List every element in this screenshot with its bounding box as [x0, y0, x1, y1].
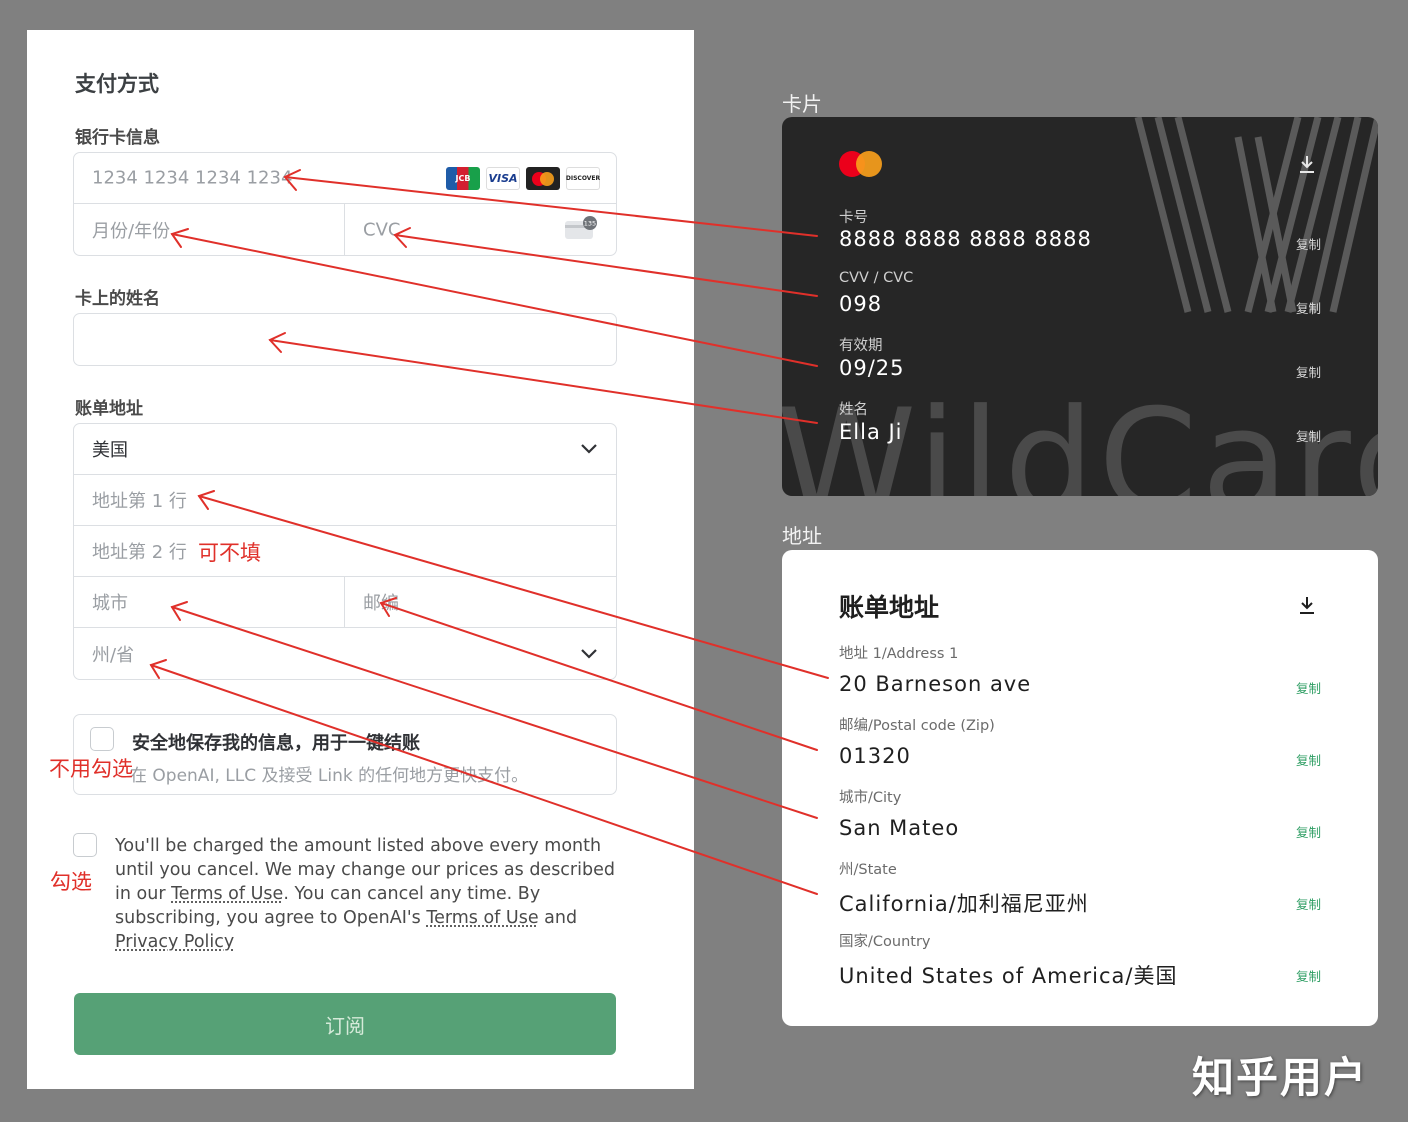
cvc-placeholder: CVC: [363, 219, 401, 240]
country-value: 美国: [92, 440, 128, 461]
expiry-field[interactable]: 月份/年份: [74, 204, 345, 255]
address1-label: 地址 1/Address 1: [839, 646, 959, 662]
card-brand-icons: JCB VISA DISCOVER: [446, 167, 600, 190]
terms-checkbox[interactable]: [73, 833, 97, 857]
address1-value: 20 Barneson ave: [839, 672, 1032, 696]
city-field[interactable]: 城市: [74, 577, 345, 627]
cvv-value: 098: [839, 292, 883, 316]
copy-city-button[interactable]: 复制: [1296, 822, 1321, 841]
name-on-card-label: 卡上的姓名: [75, 289, 160, 309]
card-info-label: 银行卡信息: [75, 128, 160, 148]
zip-label: 邮编/Postal code (Zip): [839, 718, 995, 734]
terms-of-use-link[interactable]: Terms of Use: [171, 884, 283, 904]
mastercard-logo-icon: [839, 151, 882, 177]
virtual-card: WildCard 卡号 8888 8888 8888 8888 复制 CVV /…: [782, 117, 1378, 496]
copy-country-button[interactable]: 复制: [1296, 966, 1321, 985]
expiry-placeholder: 月份/年份: [92, 220, 171, 242]
copy-zip-button[interactable]: 复制: [1296, 750, 1321, 769]
address-line1-placeholder: 地址第 1 行: [92, 491, 187, 512]
card-stripe-pattern: [1134, 117, 1378, 313]
expiry-value: 09/25: [839, 356, 905, 380]
chevron-down-icon: [581, 648, 597, 659]
city-label: 城市/City: [839, 790, 902, 806]
copy-address1-button[interactable]: 复制: [1296, 678, 1321, 697]
zhihu-watermark: 知乎用户: [1192, 1053, 1369, 1102]
card-fields: 1234 1234 1234 1234 JCB VISA DISCOVER 月份…: [73, 152, 617, 256]
address-line2-placeholder: 地址第 2 行: [92, 542, 187, 563]
copy-cvv-button[interactable]: 复制: [1296, 298, 1321, 317]
state-value: California/加利福尼亚州: [839, 892, 1089, 916]
copy-expiry-button[interactable]: 复制: [1296, 362, 1321, 381]
city-placeholder: 城市: [92, 593, 128, 614]
name-on-card-field[interactable]: [73, 313, 617, 366]
expiry-cvc-row: 月份/年份 CVC 135: [74, 204, 616, 255]
billing-fields: 美国 地址第 1 行 地址第 2 行 城市 邮编 州/省: [73, 423, 617, 680]
billing-address-label: 账单地址: [75, 399, 143, 419]
subscribe-button[interactable]: 订阅: [74, 993, 616, 1055]
address-line2-field[interactable]: 地址第 2 行: [74, 526, 616, 577]
cvv-label: CVV / CVC: [839, 270, 914, 286]
terms-part3: and: [538, 908, 578, 928]
city-zip-row: 城市 邮编: [74, 577, 616, 628]
address-panel-title: 账单地址: [839, 593, 940, 622]
form-title: 支付方式: [75, 72, 159, 96]
terms-text: You'll be charged the amount listed abov…: [115, 834, 635, 954]
note-check: 勾选: [50, 870, 92, 894]
mastercard-icon: [526, 167, 560, 190]
save-info-subtitle: 在 OpenAI, LLC 及接受 Link 的任何地方更快支付。: [130, 766, 529, 786]
card-download-icon[interactable]: [1297, 154, 1317, 174]
save-info-box: 安全地保存我的信息，用于一键结账 在 OpenAI, LLC 及接受 Link …: [73, 714, 617, 795]
copy-state-button[interactable]: 复制: [1296, 894, 1321, 913]
zip-placeholder: 邮编: [363, 593, 399, 614]
address-panel-label: 地址: [782, 524, 822, 548]
card-number-value: 8888 8888 8888 8888: [839, 227, 1092, 251]
country-label: 国家/Country: [839, 934, 931, 950]
terms-of-use-link-2[interactable]: Terms of Use: [426, 908, 538, 928]
chevron-down-icon: [581, 444, 597, 454]
jcb-icon: JCB: [446, 167, 480, 190]
card-number-field[interactable]: 1234 1234 1234 1234 JCB VISA DISCOVER: [74, 153, 616, 204]
cvc-field[interactable]: CVC 135: [345, 204, 616, 255]
address-download-icon[interactable]: [1297, 595, 1317, 615]
card-number-placeholder: 1234 1234 1234 1234: [92, 167, 293, 189]
card-number-label: 卡号: [839, 210, 868, 226]
visa-icon: VISA: [486, 167, 520, 190]
save-info-checkbox[interactable]: [90, 727, 114, 751]
country-select[interactable]: 美国: [74, 424, 616, 475]
address-panel: 账单地址 地址 1/Address 1 20 Barneson ave 复制 邮…: [782, 550, 1378, 1026]
cvc-badge: 135: [584, 220, 596, 228]
state-label: 州/State: [839, 862, 897, 878]
note-optional: 可不填: [198, 541, 261, 565]
cardholder-name-label: 姓名: [839, 402, 868, 418]
cardholder-name-value: Ella Ji: [839, 420, 903, 444]
address-line1-field[interactable]: 地址第 1 行: [74, 475, 616, 526]
city-value: San Mateo: [839, 816, 960, 840]
copy-name-button[interactable]: 复制: [1296, 426, 1321, 445]
copy-card-number-button[interactable]: 复制: [1296, 234, 1321, 253]
zip-field[interactable]: 邮编: [345, 577, 616, 627]
privacy-policy-link[interactable]: Privacy Policy: [115, 932, 234, 952]
discover-icon: DISCOVER: [566, 167, 600, 190]
state-placeholder: 州/省: [92, 644, 135, 666]
save-info-title: 安全地保存我的信息，用于一键结账: [132, 733, 420, 754]
note-dont-check: 不用勾选: [49, 757, 133, 781]
cvc-card-icon: 135: [565, 216, 597, 239]
zip-value: 01320: [839, 744, 911, 768]
payment-form-panel: 支付方式 银行卡信息 1234 1234 1234 1234 JCB VISA …: [27, 30, 694, 1089]
card-panel-label: 卡片: [782, 92, 822, 116]
state-select[interactable]: 州/省: [74, 628, 616, 679]
country-value-right: United States of America/美国: [839, 964, 1178, 988]
expiry-label: 有效期: [839, 338, 883, 354]
